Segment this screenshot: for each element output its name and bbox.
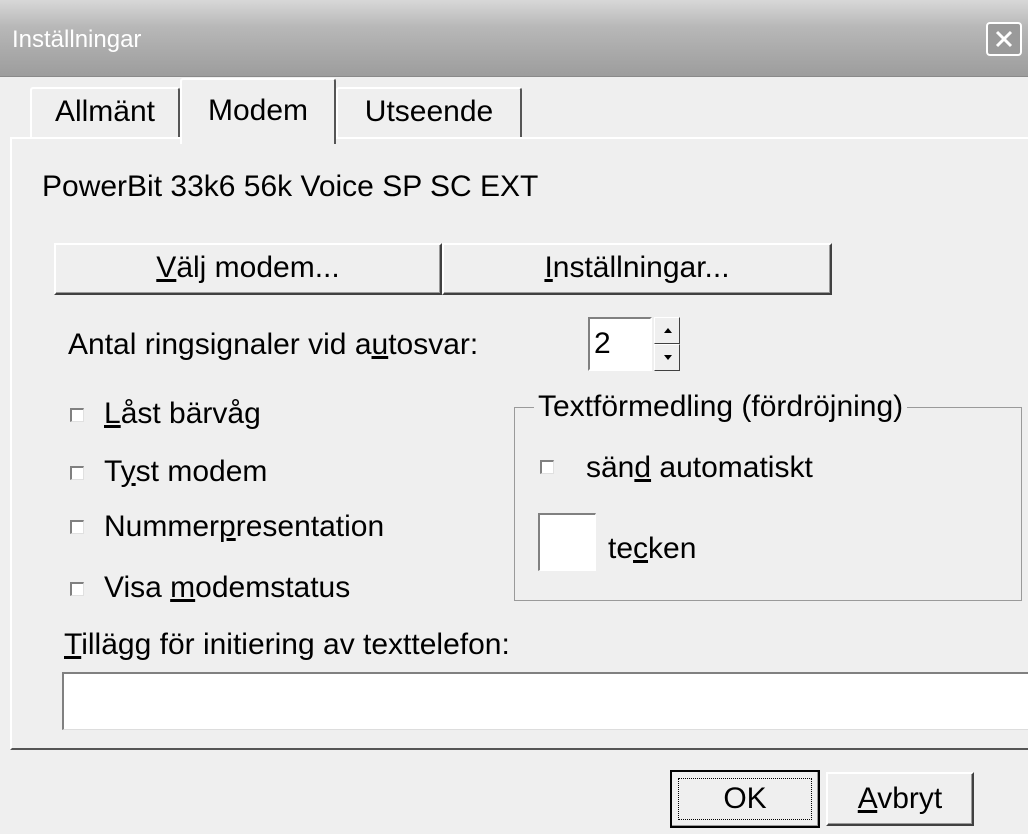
carrier-lock-post: åst bärvåg (120, 397, 261, 430)
silent-modem-label[interactable]: Tyst modem (104, 455, 267, 489)
ok-button[interactable]: OK (670, 770, 820, 828)
rings-label-accel: u (371, 328, 389, 361)
init-label: Tillägg för initiering av texttelefon: (64, 628, 510, 662)
rings-up-button[interactable] (654, 317, 680, 344)
tab-modem[interactable]: Modem (180, 78, 336, 144)
carrier-lock-accel: L (104, 397, 121, 430)
cancel-accel: A (857, 782, 878, 815)
modem-status-pre: Visa (104, 571, 171, 604)
silent-modem-checkbox[interactable] (70, 466, 84, 480)
init-string-input[interactable] (62, 672, 1028, 730)
select-modem-accel: V (156, 251, 177, 284)
modem-name: PowerBit 33k6 56k Voice SP SC EXT (42, 170, 539, 203)
auto-send-pre: sän (586, 451, 635, 484)
cancel-button[interactable]: Avbryt (826, 772, 974, 826)
init-label-text: illägg för initiering av texttelefon: (81, 628, 510, 661)
rings-label-part2: tosvar: (388, 328, 479, 361)
modem-settings-accel: I (544, 251, 553, 284)
focus-rect (678, 778, 812, 820)
caller-id-post: resentation (235, 510, 385, 543)
chevron-up-icon (664, 328, 672, 333)
modem-status-accel: m (170, 571, 196, 604)
caller-id-accel: p (219, 510, 236, 543)
auto-send-label[interactable]: sänd automatiskt (586, 451, 813, 485)
caller-id-pre: Nummer (104, 510, 220, 543)
close-button[interactable] (986, 22, 1022, 56)
cancel-label: vbryt (877, 782, 943, 815)
modem-status-post: odemstatus (195, 571, 351, 604)
title-bar[interactable]: Inställningar (0, 0, 1028, 77)
modem-status-label[interactable]: Visa modemstatus (104, 571, 350, 605)
tab-utseende[interactable]: Utseende (336, 87, 522, 139)
auto-send-accel: d (634, 451, 652, 484)
silent-modem-post: st modem (135, 455, 268, 488)
rings-label-part1: Antal ringsignaler vid a (68, 328, 372, 361)
chevron-down-icon (664, 355, 672, 360)
select-modem-button[interactable]: Välj modem... (54, 243, 442, 295)
chars-label-post: ken (648, 532, 697, 565)
carrier-lock-checkbox[interactable] (70, 408, 84, 422)
text-relay-group (514, 407, 1022, 601)
modem-settings-button[interactable]: Inställningar... (442, 243, 832, 295)
auto-send-checkbox[interactable] (540, 460, 554, 474)
tab-allmant[interactable]: Allmänt (30, 87, 180, 139)
auto-send-post: automatiskt (651, 451, 813, 484)
text-relay-title: Textförmedling (fördröjning) (534, 390, 908, 424)
settings-dialog: Inställningar Allmänt Modem Utseende Pow… (0, 0, 1028, 834)
chars-input[interactable] (538, 513, 596, 571)
rings-label: Antal ringsignaler vid autosvar: (68, 328, 478, 362)
rings-input[interactable]: 2 (588, 317, 652, 371)
init-label-accel: T (64, 628, 82, 661)
rings-down-button[interactable] (654, 344, 680, 371)
chars-label: tecken (608, 532, 696, 566)
chars-label-pre: te (608, 532, 634, 565)
silent-modem-pre: T (104, 455, 121, 488)
window-title: Inställningar (12, 26, 142, 53)
carrier-lock-label[interactable]: Låst bärvåg (104, 397, 261, 431)
caller-id-label[interactable]: Nummerpresentation (104, 510, 384, 544)
chars-label-accel: c (633, 532, 649, 565)
modem-settings-label: nställningar... (552, 251, 730, 284)
modem-status-checkbox[interactable] (70, 582, 84, 596)
close-icon (995, 30, 1013, 48)
select-modem-label: älj modem... (176, 251, 340, 284)
caller-id-checkbox[interactable] (70, 520, 84, 534)
silent-modem-accel: y (120, 455, 136, 488)
